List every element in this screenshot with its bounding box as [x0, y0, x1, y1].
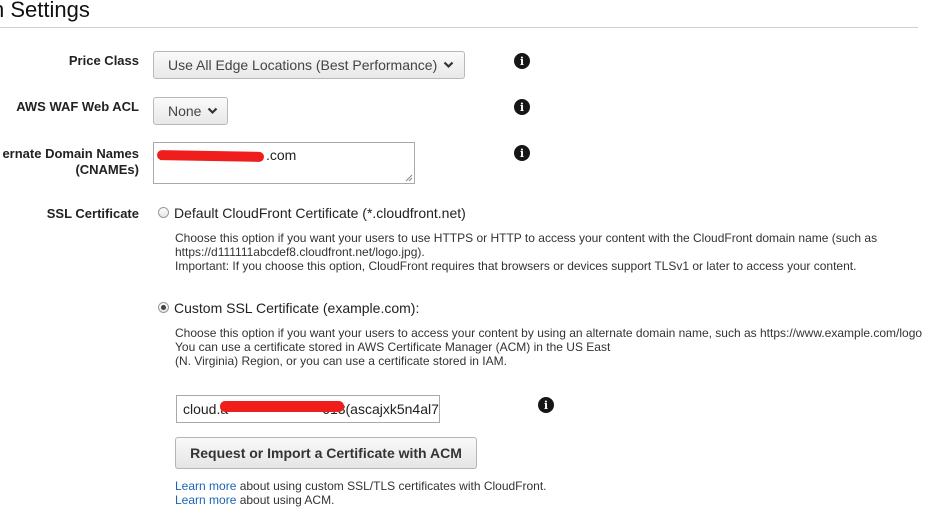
- section-title: n Settings: [0, 0, 90, 22]
- custom-cert-help-2: You can use a certificate stored in AWS …: [175, 340, 611, 354]
- price-class-info-icon[interactable]: i: [514, 53, 530, 69]
- default-cert-help-2: https://d111111abcdef8.cloudfront.net/lo…: [175, 245, 425, 259]
- cnames-value: .com: [266, 147, 297, 163]
- ssl-label: SSL Certificate: [46, 206, 139, 221]
- radio-selected-dot: [161, 305, 166, 310]
- default-cert-label[interactable]: Default CloudFront Certificate (*.cloudf…: [174, 205, 466, 221]
- cnames-textarea[interactable]: .com: [153, 142, 415, 184]
- waf-select[interactable]: None: [153, 97, 228, 125]
- section-divider: [0, 27, 918, 28]
- resize-grip-icon[interactable]: [405, 174, 413, 182]
- cnames-label-line2: (CNAMEs): [75, 162, 139, 177]
- waf-info-icon[interactable]: i: [514, 99, 530, 115]
- learn-more-ssl: Learn more about using custom SSL/TLS ce…: [175, 479, 547, 493]
- default-cert-help-3: Important: If you choose this option, Cl…: [175, 259, 857, 273]
- default-cert-radio[interactable]: [158, 207, 169, 218]
- custom-cert-label[interactable]: Custom SSL Certificate (example.com):: [174, 300, 419, 316]
- waf-selected: None: [168, 103, 202, 119]
- price-class-select[interactable]: Use All Edge Locations (Best Performance…: [153, 51, 465, 79]
- learn-more-acm-link[interactable]: Learn more: [175, 493, 236, 507]
- learn-more-acm-text: about using ACM.: [236, 493, 335, 507]
- custom-cert-help-1: Choose this option if you want your user…: [175, 326, 923, 340]
- redaction-mark: [220, 401, 344, 412]
- learn-more-acm: Learn more about using ACM.: [175, 493, 334, 507]
- waf-label: AWS WAF Web ACL: [16, 99, 139, 114]
- custom-cert-radio[interactable]: [158, 302, 169, 313]
- price-class-selected: Use All Edge Locations (Best Performance…: [168, 57, 438, 73]
- request-certificate-button[interactable]: Request or Import a Certificate with ACM: [175, 437, 477, 469]
- redaction-mark: [156, 150, 265, 162]
- custom-cert-help-3: (N. Virginia) Region, or you can use a c…: [175, 354, 507, 368]
- default-cert-help-1: Choose this option if you want your user…: [175, 231, 878, 245]
- certificate-value-end: (ascajxk5n4al7: [345, 401, 439, 417]
- certificate-info-icon[interactable]: i: [538, 397, 554, 413]
- cnames-label-line1: ernate Domain Names: [2, 146, 139, 161]
- learn-more-ssl-text: about using custom SSL/TLS certificates …: [236, 479, 547, 493]
- cnames-info-icon[interactable]: i: [514, 145, 530, 161]
- learn-more-ssl-link[interactable]: Learn more: [175, 479, 236, 493]
- chevron-down-icon: [207, 107, 218, 115]
- price-class-label: Price Class: [68, 53, 139, 68]
- chevron-down-icon: [443, 61, 454, 69]
